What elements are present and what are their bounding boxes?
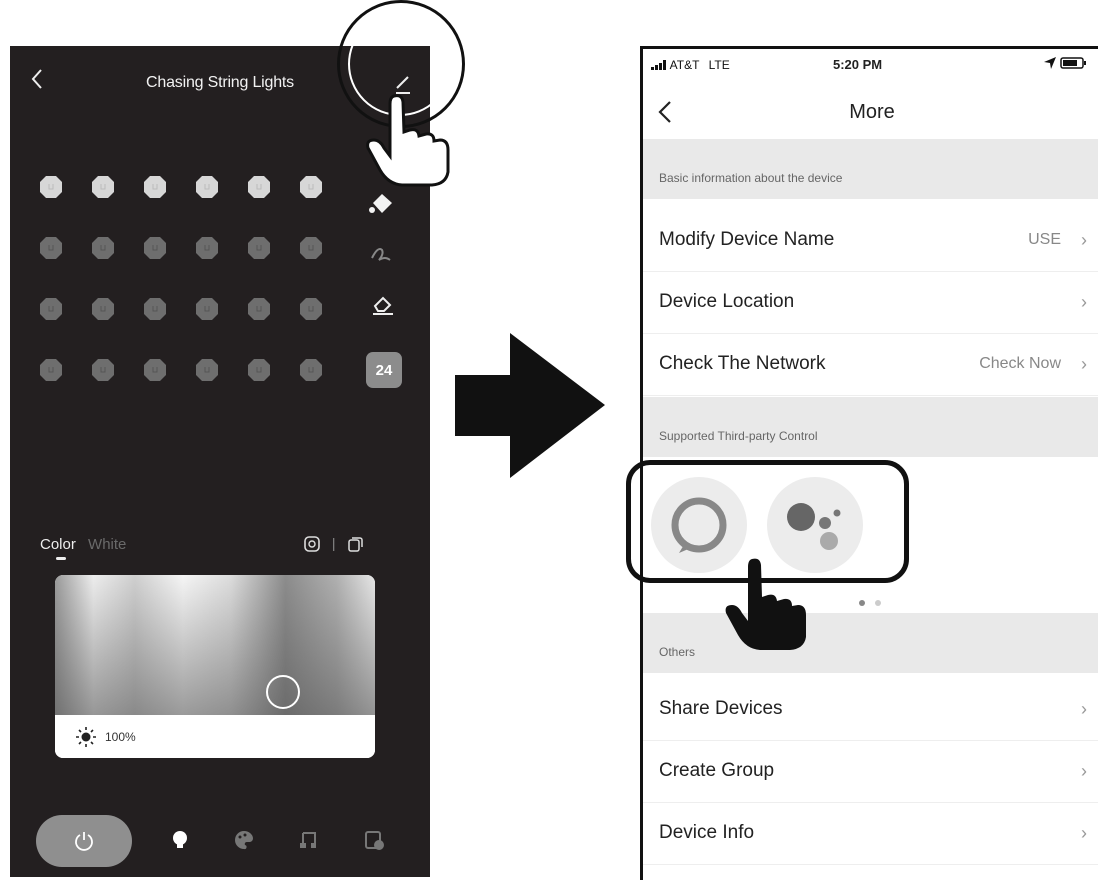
selected-count-badge: 24 (366, 352, 402, 388)
battery-icon (1060, 57, 1087, 69)
color-mode-icon[interactable] (302, 534, 322, 554)
chevron-right-icon: › (1081, 230, 1087, 250)
page-dot-active[interactable] (859, 600, 865, 606)
section-label: Basic information about the device (659, 171, 843, 185)
bulb-2-2[interactable] (90, 235, 116, 261)
bulb-3-3[interactable] (142, 296, 168, 322)
row-label: Device Info (659, 822, 755, 843)
bulb-3-4[interactable] (194, 296, 220, 322)
header: More (643, 77, 1098, 139)
right-arrow-icon (455, 333, 605, 478)
page-dot[interactable] (875, 600, 882, 606)
bulb-1-3[interactable] (142, 174, 168, 200)
paint-bucket-icon[interactable] (365, 186, 399, 220)
row-check-network[interactable]: Check The Network Check Now › (643, 333, 1098, 396)
bulb-3-5[interactable] (246, 296, 272, 322)
row-label: Create Group (659, 760, 775, 781)
active-tab-indicator (56, 557, 66, 560)
row-value: Check Now (979, 355, 1061, 372)
carrier-info: AT&T LTE (651, 58, 730, 72)
power-icon (75, 832, 93, 851)
bulb-2-5[interactable] (246, 235, 272, 261)
row-value: USE (1028, 231, 1061, 248)
bulb-icon[interactable] (166, 826, 194, 854)
section-header-basic: Basic information about the device (643, 139, 1098, 199)
bulb-1-6[interactable] (298, 174, 324, 200)
bottom-nav (10, 811, 430, 871)
bulb-3-1[interactable] (38, 296, 64, 322)
pointing-hand-icon (366, 94, 450, 187)
row-device-location[interactable]: Device Location › (643, 271, 1098, 334)
bulb-1-2[interactable] (90, 174, 116, 200)
bulb-4-1[interactable] (38, 357, 64, 383)
chevron-right-icon: › (1081, 823, 1087, 843)
row-label: Check The Network (659, 353, 826, 374)
palette-icon[interactable] (230, 826, 258, 854)
chevron-right-icon: › (1081, 699, 1087, 719)
chevron-right-icon: › (1081, 354, 1087, 374)
chevron-right-icon: › (1081, 292, 1087, 312)
brush-icon[interactable] (365, 236, 399, 270)
section-header-third-party: Supported Third-party Control (643, 397, 1098, 457)
color-picker-field[interactable] (55, 575, 375, 715)
bulb-2-6[interactable] (298, 235, 324, 261)
row-share-devices[interactable]: Share Devices › (643, 678, 1098, 741)
bulb-1-4[interactable] (194, 174, 220, 200)
divider: | (331, 534, 336, 551)
bulb-2-3[interactable] (142, 235, 168, 261)
row-modify-device-name[interactable]: Modify Device Name USE › (643, 209, 1098, 272)
brightness-row[interactable]: 100% (55, 715, 375, 758)
color-panel: 100% (55, 575, 375, 758)
section-label: Others (659, 645, 696, 659)
page-dots (859, 593, 887, 611)
bulb-4-5[interactable] (246, 357, 272, 383)
brightness-value: 100% (105, 729, 136, 744)
status-right (1043, 56, 1088, 73)
color-picker-handle[interactable] (266, 675, 300, 709)
status-time: 5:20 PM (833, 57, 883, 72)
bulb-3-6[interactable] (298, 296, 324, 322)
status-bar: AT&T LTE 5:20 PM (643, 49, 1098, 77)
tab-white[interactable]: White (88, 536, 126, 553)
music-icon[interactable] (294, 826, 322, 854)
section-header-others: Others (643, 613, 1098, 673)
copy-icon[interactable] (345, 534, 365, 554)
power-button[interactable] (36, 815, 132, 867)
bulb-2-4[interactable] (194, 235, 220, 261)
chevron-right-icon: › (1081, 761, 1087, 781)
bulb-4-4[interactable] (194, 357, 220, 383)
row-device-info[interactable]: Device Info › (643, 802, 1098, 865)
row-label: Modify Device Name (659, 229, 835, 250)
mode-tabs: Color White (40, 536, 126, 560)
tab-color[interactable]: Color (40, 536, 76, 553)
section-label: Supported Third-party Control (659, 429, 818, 443)
bulb-1-1[interactable] (38, 174, 64, 200)
page-title: More (849, 101, 895, 123)
row-label: Share Devices (659, 698, 783, 719)
bulb-4-2[interactable] (90, 357, 116, 383)
row-label: Device Location (659, 291, 795, 312)
bulb-2-1[interactable] (38, 235, 64, 261)
pointing-hand-icon (725, 558, 806, 650)
schedule-icon[interactable] (360, 826, 388, 854)
bulb-1-5[interactable] (246, 174, 272, 200)
mode-icons: | (302, 534, 365, 554)
bulb-4-3[interactable] (142, 357, 168, 383)
location-icon (1044, 57, 1056, 69)
bulb-3-2[interactable] (90, 296, 116, 322)
carrier-name: AT&T (669, 58, 700, 72)
signal-icon (651, 60, 666, 70)
bulb-4-6[interactable] (298, 357, 324, 383)
network-type: LTE (708, 58, 730, 72)
sun-icon (76, 726, 96, 747)
row-create-group[interactable]: Create Group › (643, 740, 1098, 803)
eraser-icon[interactable] (365, 286, 399, 320)
